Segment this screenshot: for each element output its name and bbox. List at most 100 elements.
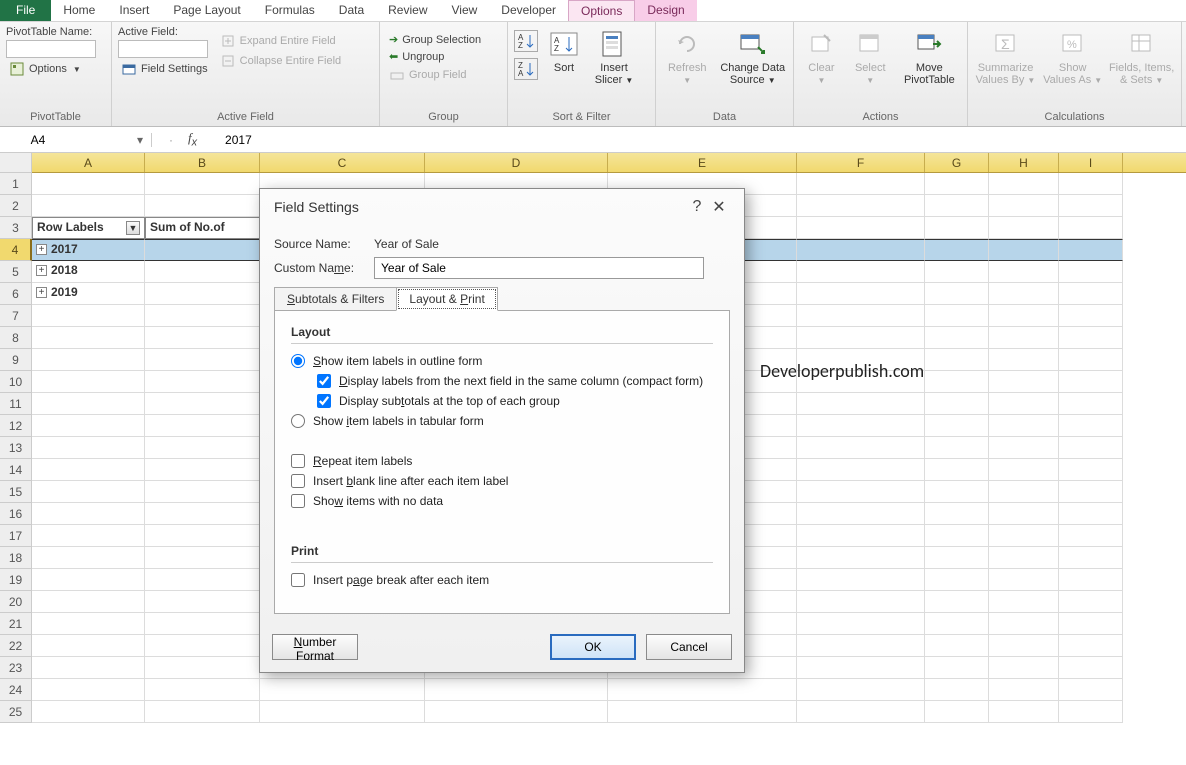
cell-F25[interactable]	[797, 701, 925, 723]
fields-items-button[interactable]: Fields, Items, & Sets ▼	[1108, 26, 1175, 87]
cell-H8[interactable]	[989, 327, 1059, 349]
name-box-input[interactable]	[8, 133, 68, 147]
cell-F4[interactable]	[797, 239, 925, 261]
summarize-button[interactable]: Σ Summarize Values By ▼	[974, 26, 1037, 87]
col-header-C[interactable]: C	[260, 153, 425, 172]
cell-G10[interactable]	[925, 371, 989, 393]
cell-A9[interactable]	[32, 349, 145, 371]
tab-options[interactable]: Options	[568, 0, 635, 21]
cell-I25[interactable]	[1059, 701, 1123, 723]
cell-G3[interactable]	[925, 217, 989, 239]
tab-home[interactable]: Home	[51, 0, 107, 21]
cell-I22[interactable]	[1059, 635, 1123, 657]
custom-name-input[interactable]	[374, 257, 704, 279]
cell-B4[interactable]	[145, 239, 260, 261]
tab-formulas[interactable]: Formulas	[253, 0, 327, 21]
cell-I17[interactable]	[1059, 525, 1123, 547]
row-header-22[interactable]: 22	[0, 635, 32, 657]
cell-G16[interactable]	[925, 503, 989, 525]
expand-icon[interactable]: +	[36, 265, 47, 276]
cell-F5[interactable]	[797, 261, 925, 283]
cell-I5[interactable]	[1059, 261, 1123, 283]
cell-G2[interactable]	[925, 195, 989, 217]
cell-A13[interactable]	[32, 437, 145, 459]
cell-F20[interactable]	[797, 591, 925, 613]
cell-E25[interactable]	[608, 701, 797, 723]
cell-B6[interactable]	[145, 283, 260, 305]
cell-I8[interactable]	[1059, 327, 1123, 349]
cell-H14[interactable]	[989, 459, 1059, 481]
cell-H18[interactable]	[989, 547, 1059, 569]
cell-B25[interactable]	[145, 701, 260, 723]
cell-F23[interactable]	[797, 657, 925, 679]
cell-B7[interactable]	[145, 305, 260, 327]
cell-B11[interactable]	[145, 393, 260, 415]
cell-H25[interactable]	[989, 701, 1059, 723]
cell-A5[interactable]: +2018	[32, 261, 145, 283]
opt-subtotals-top-checkbox[interactable]	[317, 394, 331, 408]
cell-B21[interactable]	[145, 613, 260, 635]
cell-A8[interactable]	[32, 327, 145, 349]
cell-A6[interactable]: +2019	[32, 283, 145, 305]
cell-H16[interactable]	[989, 503, 1059, 525]
cell-F11[interactable]	[797, 393, 925, 415]
cell-B14[interactable]	[145, 459, 260, 481]
cell-F17[interactable]	[797, 525, 925, 547]
cell-G14[interactable]	[925, 459, 989, 481]
cell-B15[interactable]	[145, 481, 260, 503]
cell-B19[interactable]	[145, 569, 260, 591]
active-field-input[interactable]	[118, 40, 208, 58]
dialog-close-button[interactable]: ✕	[708, 197, 730, 217]
refresh-button[interactable]: Refresh▼	[662, 26, 712, 87]
cell-A18[interactable]	[32, 547, 145, 569]
row-header-25[interactable]: 25	[0, 701, 32, 723]
col-header-E[interactable]: E	[608, 153, 797, 172]
cell-H2[interactable]	[989, 195, 1059, 217]
cell-I15[interactable]	[1059, 481, 1123, 503]
number-format-button[interactable]: Number Format	[272, 634, 358, 660]
cell-G11[interactable]	[925, 393, 989, 415]
name-box-dropdown-icon[interactable]: ▾	[137, 133, 143, 147]
tab-review[interactable]: Review	[376, 0, 439, 21]
fx-cancel-icon[interactable]: ·	[162, 133, 180, 147]
cell-I1[interactable]	[1059, 173, 1123, 195]
cell-F2[interactable]	[797, 195, 925, 217]
cell-A11[interactable]	[32, 393, 145, 415]
cell-G25[interactable]	[925, 701, 989, 723]
cell-G24[interactable]	[925, 679, 989, 701]
row-labels-filter-icon[interactable]: ▼	[126, 221, 140, 235]
tab-file[interactable]: File	[0, 0, 51, 21]
cell-G15[interactable]	[925, 481, 989, 503]
opt-tabular-radio[interactable]	[291, 414, 305, 428]
cell-H12[interactable]	[989, 415, 1059, 437]
cell-E24[interactable]	[608, 679, 797, 701]
row-header-9[interactable]: 9	[0, 349, 32, 371]
cell-A21[interactable]	[32, 613, 145, 635]
row-header-13[interactable]: 13	[0, 437, 32, 459]
row-header-8[interactable]: 8	[0, 327, 32, 349]
cell-F24[interactable]	[797, 679, 925, 701]
cell-H10[interactable]	[989, 371, 1059, 393]
cell-G21[interactable]	[925, 613, 989, 635]
expand-icon[interactable]: +	[36, 287, 47, 298]
show-as-button[interactable]: % Show Values As ▼	[1043, 26, 1102, 87]
cell-G19[interactable]	[925, 569, 989, 591]
cell-C25[interactable]	[260, 701, 425, 723]
cell-H23[interactable]	[989, 657, 1059, 679]
cell-H19[interactable]	[989, 569, 1059, 591]
row-header-5[interactable]: 5	[0, 261, 32, 283]
row-header-18[interactable]: 18	[0, 547, 32, 569]
cell-I7[interactable]	[1059, 305, 1123, 327]
formula-input[interactable]	[205, 133, 605, 147]
cell-F19[interactable]	[797, 569, 925, 591]
cell-B22[interactable]	[145, 635, 260, 657]
cell-A14[interactable]	[32, 459, 145, 481]
cell-A10[interactable]	[32, 371, 145, 393]
fx-icon[interactable]: fx	[188, 130, 197, 149]
opt-outline-radio[interactable]	[291, 354, 305, 368]
cell-D25[interactable]	[425, 701, 608, 723]
row-header-10[interactable]: 10	[0, 371, 32, 393]
cell-I13[interactable]	[1059, 437, 1123, 459]
insert-slicer-button[interactable]: Insert Slicer ▼	[590, 26, 638, 87]
select-all-corner[interactable]	[0, 153, 32, 173]
